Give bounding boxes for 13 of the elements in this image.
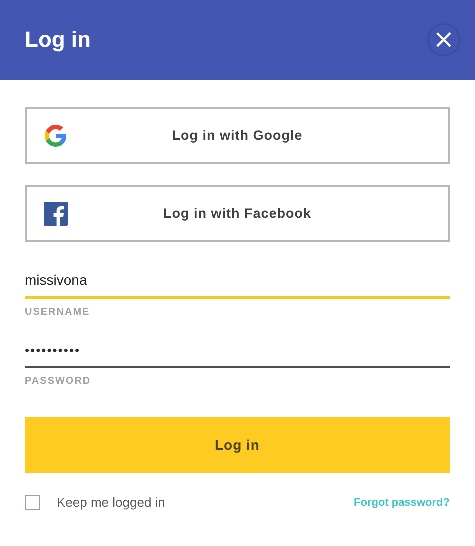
login-button[interactable]: Log in [25,417,450,473]
password-field[interactable]: •••••••••• [25,336,450,368]
social-login-button[interactable]: Log in with Facebook [25,185,450,242]
google-logo-icon [44,124,68,148]
close-button[interactable]: × [428,24,460,56]
dialog-title: Log in [25,27,91,53]
checkbox-label: Keep me logged in [57,495,166,510]
field-label: USERNAME [25,307,92,318]
facebook-logo-icon [44,202,68,226]
social-login-button[interactable]: Log in with Google [25,107,450,164]
field-label: PASSWORD [25,376,92,387]
checkbox[interactable] [25,495,40,510]
username-field[interactable]: missivona [25,266,450,299]
